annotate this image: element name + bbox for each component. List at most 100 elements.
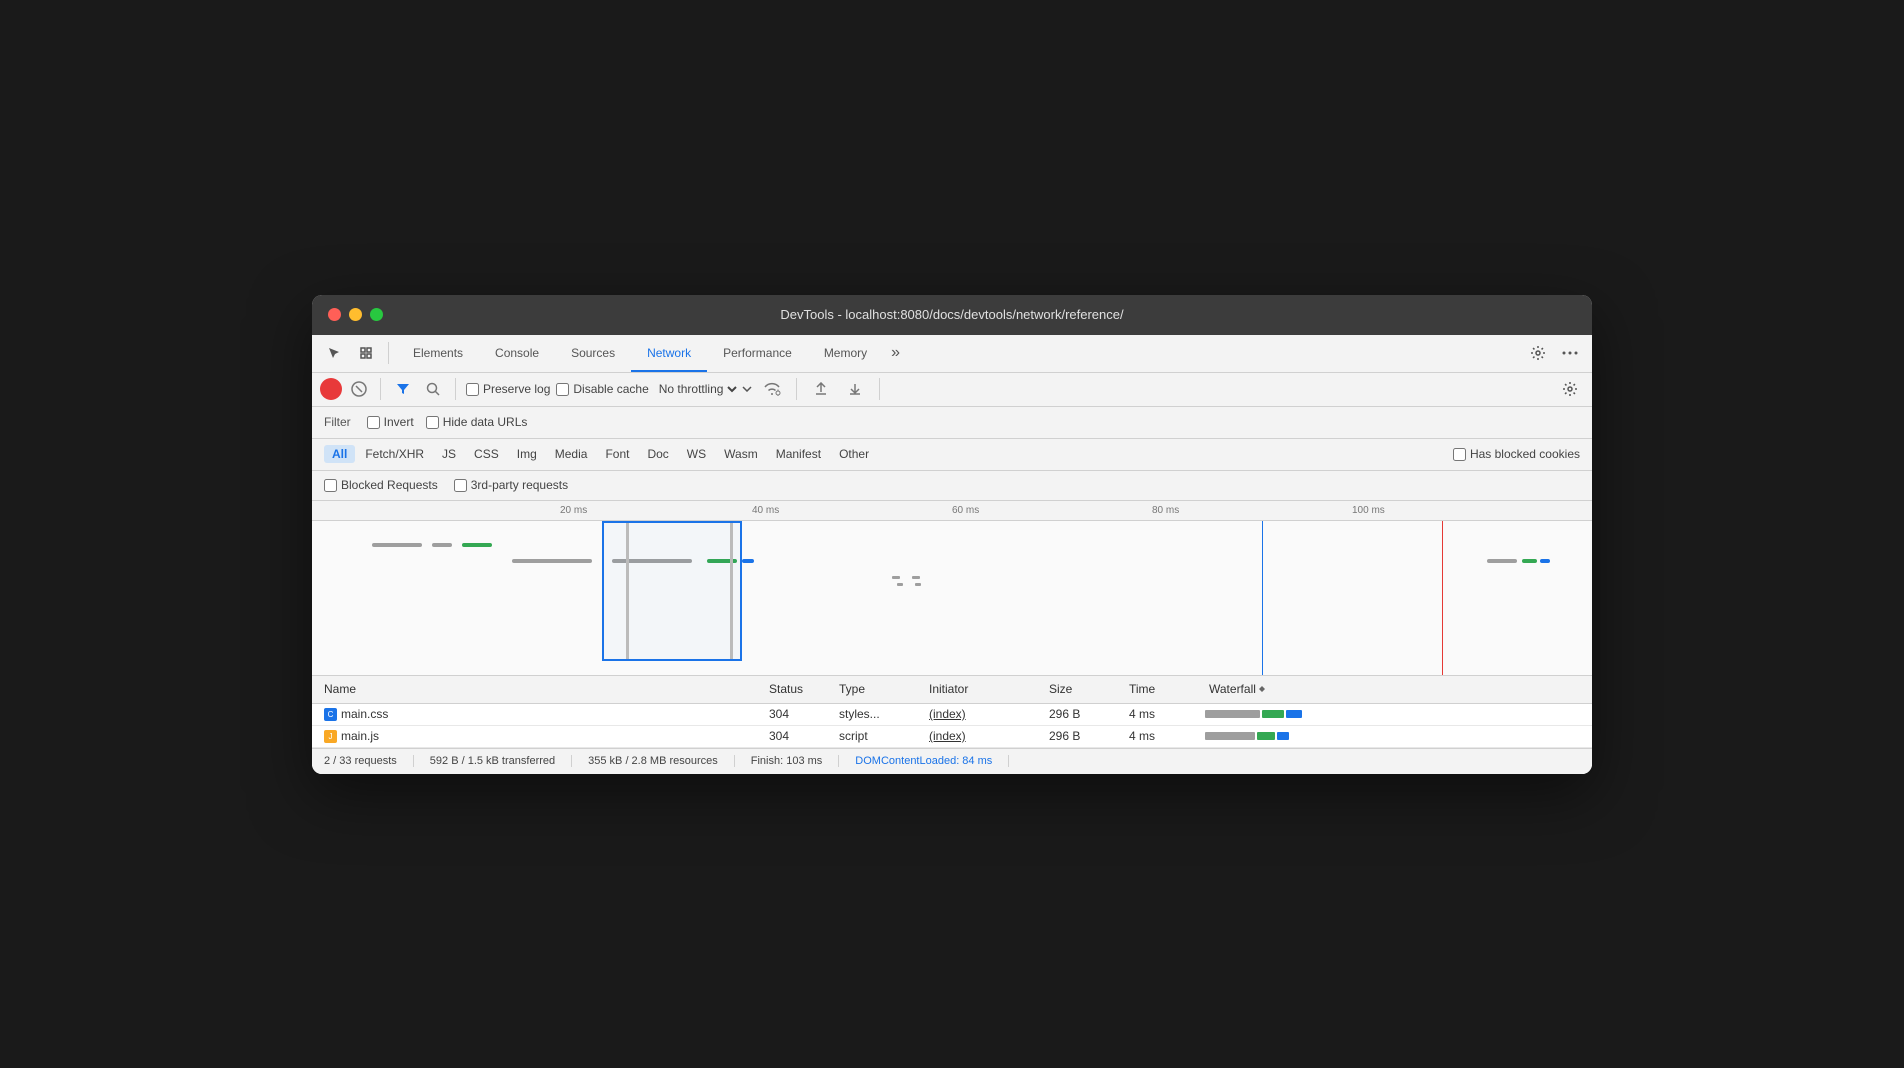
- invert-checkbox[interactable]: [367, 416, 380, 429]
- disable-cache-checkbox[interactable]: [556, 383, 569, 396]
- timeline-area[interactable]: 20 ms 40 ms 60 ms 80 ms 100 ms: [312, 501, 1592, 676]
- ruler-60ms: 60 ms: [952, 505, 979, 516]
- type-btn-ws[interactable]: WS: [679, 445, 714, 463]
- settings-icon: [1530, 345, 1546, 361]
- th-time[interactable]: Time: [1121, 682, 1201, 696]
- throttle-select[interactable]: No throttling: [655, 381, 740, 397]
- close-button[interactable]: [328, 308, 341, 321]
- filter-bar: Filter Invert Hide data URLs: [312, 407, 1592, 439]
- th-type[interactable]: Type: [831, 682, 921, 696]
- invert-label[interactable]: Invert: [367, 415, 414, 429]
- tab-list: Elements Console Sources Network Perform…: [397, 334, 908, 372]
- td-size-css: 296 B: [1041, 707, 1121, 721]
- blocked-requests-label[interactable]: Blocked Requests: [324, 478, 438, 492]
- wf-row2-gray2: [612, 559, 692, 563]
- dom-content-line: [1262, 521, 1263, 676]
- wf-right-gray: [1487, 559, 1517, 563]
- upload-icon: [814, 382, 828, 396]
- clear-button[interactable]: [348, 378, 370, 400]
- devtools-window: DevTools - localhost:8080/docs/devtools/…: [312, 295, 1592, 774]
- hide-data-urls-label[interactable]: Hide data URLs: [426, 415, 528, 429]
- upload-btn[interactable]: [807, 375, 835, 403]
- th-name[interactable]: Name: [316, 682, 761, 696]
- td-type-js: script: [831, 729, 921, 743]
- wf-scatter1: [892, 576, 900, 579]
- filter-options: Invert Hide data URLs: [367, 415, 528, 429]
- wf-row1-gray1: [372, 543, 422, 547]
- wifi-settings-icon: [763, 382, 781, 396]
- ruler-20ms: 20 ms: [560, 505, 587, 516]
- table-row[interactable]: J main.js 304 script (index) 296 B 4 ms: [312, 726, 1592, 748]
- th-waterfall[interactable]: Waterfall: [1201, 682, 1568, 696]
- sep-5: [879, 378, 880, 400]
- settings-icon-btn[interactable]: [1524, 339, 1552, 367]
- sep-3: [455, 378, 456, 400]
- type-btn-css[interactable]: CSS: [466, 445, 507, 463]
- more-icon-btn[interactable]: [1556, 339, 1584, 367]
- type-btn-font[interactable]: Font: [597, 445, 637, 463]
- inspect-icon-btn[interactable]: [352, 339, 380, 367]
- type-btn-doc[interactable]: Doc: [639, 445, 676, 463]
- toolbar-right: [1524, 339, 1584, 367]
- th-initiator[interactable]: Initiator: [921, 682, 1041, 696]
- type-btn-other[interactable]: Other: [831, 445, 877, 463]
- blocked-requests-checkbox[interactable]: [324, 479, 337, 492]
- tab-performance[interactable]: Performance: [707, 334, 808, 372]
- toolbar-network: Preserve log Disable cache No throttling: [312, 373, 1592, 407]
- td-name-js: J main.js: [316, 729, 761, 743]
- download-btn[interactable]: [841, 375, 869, 403]
- disable-cache-label[interactable]: Disable cache: [556, 382, 648, 396]
- filter-button[interactable]: [391, 377, 415, 401]
- wf-scatter2: [912, 576, 920, 579]
- tab-sources[interactable]: Sources: [555, 334, 631, 372]
- ruler-40ms: 40 ms: [752, 505, 779, 516]
- tab-console[interactable]: Console: [479, 334, 555, 372]
- type-btn-js[interactable]: JS: [434, 445, 464, 463]
- preserve-log-label[interactable]: Preserve log: [466, 382, 550, 396]
- wf-green-js: [1257, 732, 1275, 740]
- type-btn-wasm[interactable]: Wasm: [716, 445, 766, 463]
- tab-elements[interactable]: Elements: [397, 334, 479, 372]
- td-name-css: C main.css: [316, 707, 761, 721]
- wf-green-css: [1262, 710, 1284, 718]
- cursor-icon-btn[interactable]: [320, 339, 348, 367]
- wf-blue-js: [1277, 732, 1289, 740]
- finish-line: [1442, 521, 1443, 676]
- has-blocked-cookies-label[interactable]: Has blocked cookies: [1453, 447, 1580, 461]
- hide-data-urls-checkbox[interactable]: [426, 416, 439, 429]
- timeline-ruler: 20 ms 40 ms 60 ms 80 ms 100 ms: [312, 501, 1592, 521]
- tab-more[interactable]: »: [883, 334, 908, 372]
- type-btn-manifest[interactable]: Manifest: [768, 445, 829, 463]
- filter-icon: [396, 383, 410, 395]
- ruler-80ms: 80 ms: [1152, 505, 1179, 516]
- has-blocked-cookies-checkbox[interactable]: [1453, 448, 1466, 461]
- wifi-settings-btn[interactable]: [758, 375, 786, 403]
- type-filter-bar: All Fetch/XHR JS CSS Img Media Font Doc …: [312, 439, 1592, 471]
- td-status-css: 304: [761, 707, 831, 721]
- third-party-label[interactable]: 3rd-party requests: [454, 478, 568, 492]
- third-party-checkbox[interactable]: [454, 479, 467, 492]
- type-btn-fetch[interactable]: Fetch/XHR: [357, 445, 432, 463]
- sep-2: [380, 378, 381, 400]
- blocked-bar: Blocked Requests 3rd-party requests: [312, 471, 1592, 501]
- tab-memory[interactable]: Memory: [808, 334, 883, 372]
- table-row[interactable]: C main.css 304 styles... (index) 296 B 4…: [312, 704, 1592, 726]
- search-button[interactable]: [421, 377, 445, 401]
- wf-right-blue: [1540, 559, 1550, 563]
- td-initiator-js: (index): [921, 729, 1041, 743]
- td-size-js: 296 B: [1041, 729, 1121, 743]
- type-btn-all[interactable]: All: [324, 445, 355, 463]
- minimize-button[interactable]: [349, 308, 362, 321]
- tab-network[interactable]: Network: [631, 334, 707, 372]
- sel-handle1: [626, 523, 629, 659]
- type-btn-img[interactable]: Img: [509, 445, 545, 463]
- record-button[interactable]: [320, 378, 342, 400]
- maximize-button[interactable]: [370, 308, 383, 321]
- preserve-log-checkbox[interactable]: [466, 383, 479, 396]
- network-settings-btn[interactable]: [1556, 375, 1584, 403]
- th-status[interactable]: Status: [761, 682, 831, 696]
- download-icon: [848, 382, 862, 396]
- th-size[interactable]: Size: [1041, 682, 1121, 696]
- status-dom-loaded: DOMContentLoaded: 84 ms: [839, 755, 1009, 767]
- type-btn-media[interactable]: Media: [547, 445, 596, 463]
